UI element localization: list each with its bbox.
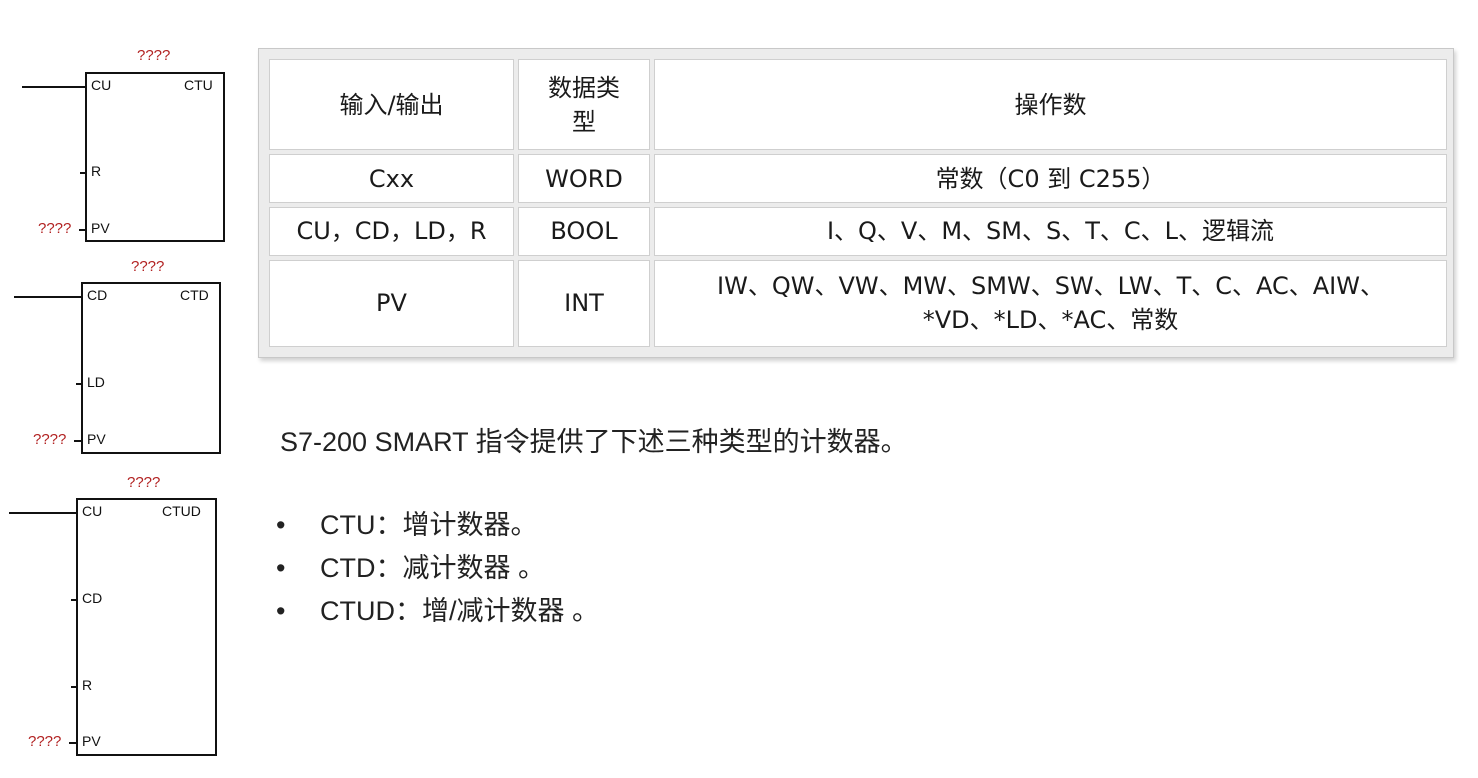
ctud-address-label: ???? [127,474,161,491]
ctu-box [85,72,225,242]
operand-table-frame: 输入/输出 数据类 型 操作数 Cxx WORD 常数（C0 到 C255） C… [258,48,1454,358]
ctud-r-tick [71,686,77,688]
table-row: PV INT IW、QW、VW、MW、SMW、SW、LW、T、C、AC、AIW、… [269,259,1447,347]
ctud-pv-tick [69,742,77,744]
ctd-pv-tick [74,440,82,442]
cell-type: BOOL [518,207,650,256]
ctud-cd-tick [71,599,77,601]
cell-operands: IW、QW、VW、MW、SMW、SW、LW、T、C、AC、AIW、 *VD、*L… [654,259,1447,347]
ctu-pin-r: R [91,163,102,179]
ctd-ld-tick [76,383,82,385]
cell-operands-line2: *VD、*LD、*AC、常数 [922,306,1179,335]
cell-operands: 常数（C0 到 C255） [654,154,1447,204]
ctd-box [81,282,221,454]
header-type-line2: 型 [572,107,596,136]
ctu-pin-cu: CU [91,77,112,93]
operand-table: 输入/输出 数据类 型 操作数 Cxx WORD 常数（C0 到 C255） C… [265,55,1451,351]
ctu-pv-value: ???? [38,220,72,237]
ctu-pv-tick [79,229,87,231]
header-type: 数据类 型 [518,59,650,151]
cell-type: WORD [518,154,650,204]
ctud-pin-r: R [82,677,93,693]
ctud-power-wire [9,512,77,514]
ctud-box [76,498,217,756]
ctd-power-wire [14,296,82,298]
table-header-row: 输入/输出 数据类 型 操作数 [269,59,1447,151]
list-item-text: CTUD：增/减计数器 。 [320,596,599,626]
ctu-title: CTU [184,77,213,93]
ctd-pin-pv: PV [87,431,106,447]
list-item-text: CTD：减计数器 。 [320,553,545,583]
ctu-address-label: ???? [137,47,171,64]
header-operands: 操作数 [654,59,1447,151]
cell-io: CU，CD，LD，R [269,207,514,256]
ctu-r-tick [80,172,86,174]
ctud-pin-pv: PV [82,733,101,749]
bullet-dot: • [276,510,286,540]
list-item-text: CTU：增计数器。 [320,510,538,540]
ctd-pv-value: ???? [33,431,67,448]
header-type-line1: 数据类 [548,73,620,102]
list-item: • CTD：减计数器 。 [276,547,599,590]
table-row: Cxx WORD 常数（C0 到 C255） [269,154,1447,204]
counter-type-list: • CTU：增计数器。 • CTD：减计数器 。 • CTUD：增/减计数器 。 [276,504,599,633]
list-item: • CTU：增计数器。 [276,504,599,547]
ctd-address-label: ???? [131,258,165,275]
ctud-pv-value: ???? [28,733,62,750]
list-item: • CTUD：增/减计数器 。 [276,590,599,633]
cell-operands: I、Q、V、M、SM、S、T、C、L、逻辑流 [654,207,1447,256]
intro-text: S7-200 SMART 指令提供了下述三种类型的计数器。 [280,427,908,457]
ctu-pin-pv: PV [91,220,110,236]
bullet-dot: • [276,553,286,583]
cell-io: PV [269,259,514,347]
cell-type: INT [518,259,650,347]
ctud-pin-cu: CU [82,503,103,519]
ctu-power-wire [22,86,86,88]
ctd-title: CTD [180,287,209,303]
ctd-pin-cd: CD [87,287,108,303]
cell-operands-line1: IW、QW、VW、MW、SMW、SW、LW、T、C、AC、AIW、 [717,272,1384,301]
bullet-dot: • [276,596,286,626]
table-row: CU，CD，LD，R BOOL I、Q、V、M、SM、S、T、C、L、逻辑流 [269,207,1447,256]
ctud-title: CTUD [162,503,201,519]
cell-io: Cxx [269,154,514,204]
ctd-pin-ld: LD [87,374,105,390]
ctud-pin-cd: CD [82,590,103,606]
header-io: 输入/输出 [269,59,514,151]
